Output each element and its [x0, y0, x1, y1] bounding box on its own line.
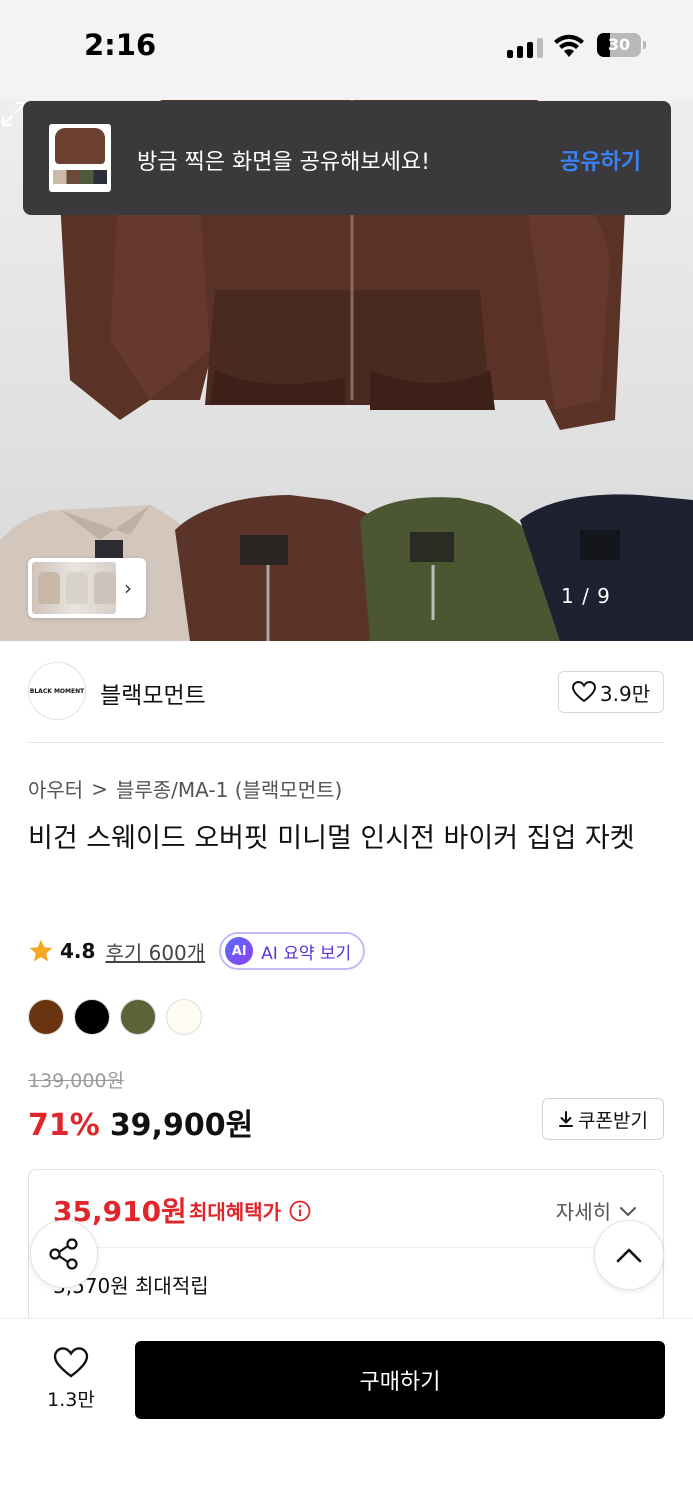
brand-logo[interactable]: BLACK MOMENT: [28, 662, 86, 720]
share-toast: 방금 찍은 화면을 공유해보세요! 공유하기: [23, 101, 671, 215]
color-swatches: [28, 999, 202, 1035]
max-benefit-label: 최대혜택가: [189, 1200, 281, 1224]
share-button[interactable]: [30, 1220, 98, 1288]
star-icon: [29, 939, 53, 962]
breadcrumb: 아우터 > 블루종/MA-1 (블랙모먼트): [28, 774, 342, 803]
sale-price: 39,900원: [109, 1108, 254, 1143]
max-benefit-panel: 35,910원 최대혜택가 자세히 3,570원 최대적립: [28, 1169, 664, 1329]
color-swatch-ivory[interactable]: [166, 999, 202, 1035]
thumbnail-image: [32, 562, 116, 614]
toast-message: 방금 찍은 화면을 공유해보세요!: [137, 150, 430, 175]
product-title: 비건 스웨이드 오버핏 미니멀 인시전 바이커 집업 자켓: [28, 823, 635, 854]
color-swatch-khaki[interactable]: [120, 999, 156, 1035]
bottom-action-bar: 1.3만 구매하기: [0, 1318, 693, 1500]
info-icon[interactable]: [289, 1200, 311, 1222]
rating-score: 4.8: [60, 939, 96, 963]
toast-share-button[interactable]: 공유하기: [560, 144, 641, 176]
buy-button[interactable]: 구매하기: [135, 1341, 665, 1419]
breadcrumb-category[interactable]: 아우터: [28, 774, 83, 803]
price-row: 71% 39,900원: [28, 1100, 253, 1144]
heart-icon: [53, 1347, 89, 1378]
wifi-icon: [554, 34, 584, 57]
original-price: 139,000원: [28, 1070, 125, 1092]
wishlist-button[interactable]: 1.3만: [36, 1347, 106, 1412]
thumbnail-strip-button[interactable]: ›: [28, 558, 146, 618]
breadcrumb-separator: >: [91, 776, 108, 801]
benefit-detail-label: 자세히: [555, 1200, 611, 1224]
status-bar: 2:16 30: [0, 0, 693, 100]
chevron-up-icon: [616, 1248, 642, 1263]
coupon-label: 쿠폰받기: [578, 1109, 648, 1132]
status-time: 2:16: [84, 28, 157, 62]
color-swatch-black[interactable]: [74, 999, 110, 1035]
wishlist-count: 1.3만: [47, 1389, 95, 1411]
chevron-down-icon: [620, 1206, 636, 1216]
get-coupon-button[interactable]: 쿠폰받기: [542, 1098, 664, 1140]
color-swatch-brown[interactable]: [28, 999, 64, 1035]
download-icon: [559, 1111, 574, 1127]
rating-row: 4.8 후기 600개 AI AI 요약 보기: [28, 932, 366, 970]
battery-icon: 30: [597, 33, 647, 57]
divider: [28, 742, 664, 743]
scroll-to-top-button[interactable]: [594, 1220, 664, 1290]
brand-like-button[interactable]: 3.9만: [558, 671, 664, 713]
share-icon: [49, 1238, 78, 1270]
ai-summary-label: AI 요약 보기: [261, 943, 352, 964]
heart-icon: [571, 681, 596, 703]
battery-percent: 30: [607, 35, 631, 54]
brand-name[interactable]: 블랙모먼트: [100, 676, 206, 710]
divider: [29, 1247, 663, 1248]
discount-rate: 71%: [28, 1108, 100, 1143]
review-count-link[interactable]: 후기 600개: [105, 937, 205, 966]
brand-like-count: 3.9만: [599, 681, 651, 706]
ai-summary-button[interactable]: AI AI 요약 보기: [219, 932, 366, 970]
ai-badge: AI: [225, 937, 254, 965]
breadcrumb-subcategory[interactable]: 블루종/MA-1 (블랙모먼트): [116, 774, 342, 803]
signal-icon: [507, 36, 543, 58]
screenshot-thumbnail: [49, 124, 111, 192]
image-counter: 1 / 9: [561, 584, 611, 608]
max-benefit-label-group: 최대혜택가: [189, 1196, 311, 1225]
chevron-right-icon: ›: [124, 576, 132, 600]
